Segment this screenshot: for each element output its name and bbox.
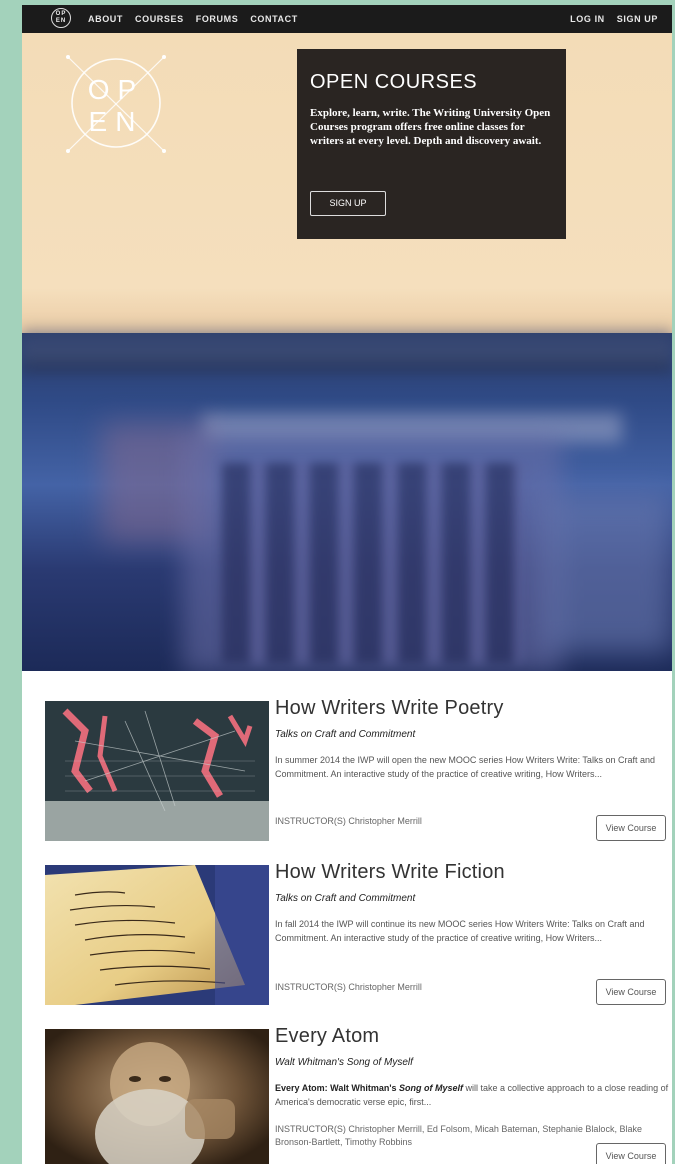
course-subtitle: Talks on Craft and Commitment — [275, 893, 416, 904]
nav-contact-link[interactable]: CONTACT — [250, 14, 298, 24]
open-logo-icon[interactable]: OP EN — [51, 8, 71, 28]
nav-signup-link[interactable]: SIGN UP — [617, 14, 658, 24]
nav-right-links: LOG IN SIGN UP — [570, 14, 658, 24]
course-description-bold: Every Atom: Walt Whitman's — [275, 1083, 399, 1093]
course-thumbnail-every-atom[interactable] — [45, 1029, 269, 1164]
course-thumbnail-fiction[interactable] — [45, 865, 269, 1005]
course-title[interactable]: How Writers Write Fiction — [275, 861, 505, 884]
logo-text-top: OP — [88, 74, 144, 105]
hero-description: Explore, learn, write. The Writing Unive… — [310, 107, 551, 147]
hero-horizon — [22, 323, 672, 373]
course-description: Every Atom: Walt Whitman's Song of Mysel… — [275, 1081, 670, 1109]
course-description: In fall 2014 the IWP will continue its n… — [275, 919, 645, 943]
course-subtitle: Walt Whitman's Song of Myself — [275, 1057, 413, 1068]
view-course-button[interactable]: View Course — [596, 1143, 666, 1164]
hero-title: OPEN COURSES — [310, 71, 478, 93]
nav-about-link[interactable]: ABOUT — [88, 14, 123, 24]
open-circle-logo-icon: OP EN — [66, 55, 166, 153]
hero-reflection-right — [542, 493, 672, 653]
nav-login-link[interactable]: LOG IN — [570, 14, 605, 24]
view-course-button[interactable]: View Course — [596, 815, 666, 841]
nav-courses-link[interactable]: COURSES — [135, 14, 184, 24]
nav-forums-link[interactable]: FORUMS — [196, 14, 239, 24]
logo-text-bottom: EN — [89, 106, 144, 137]
logo-badge-text: OP EN — [55, 11, 67, 24]
course-subtitle: Talks on Craft and Commitment — [275, 729, 416, 740]
view-course-button[interactable]: View Course — [596, 979, 666, 1005]
course-title[interactable]: How Writers Write Poetry — [275, 697, 504, 720]
top-nav: OP EN ABOUT COURSES FORUMS CONTACT LOG I… — [22, 5, 672, 33]
hero-banner: OP EN OPEN COURSES Explore, learn, write… — [22, 33, 672, 671]
course-description: In summer 2014 the IWP will open the new… — [275, 755, 655, 779]
nav-left-links: ABOUT COURSES FORUMS CONTACT — [88, 14, 298, 24]
page: OP EN ABOUT COURSES FORUMS CONTACT LOG I… — [22, 5, 672, 1164]
course-title[interactable]: Every Atom — [275, 1025, 379, 1048]
course-description-bold-italic: Song of Myself — [399, 1083, 464, 1093]
course-thumbnail-poetry[interactable] — [45, 701, 269, 841]
hero-signup-button[interactable]: SIGN UP — [310, 191, 386, 216]
hero-building-columns — [222, 463, 522, 663]
hero-card: OPEN COURSES Explore, learn, write. The … — [297, 49, 566, 239]
